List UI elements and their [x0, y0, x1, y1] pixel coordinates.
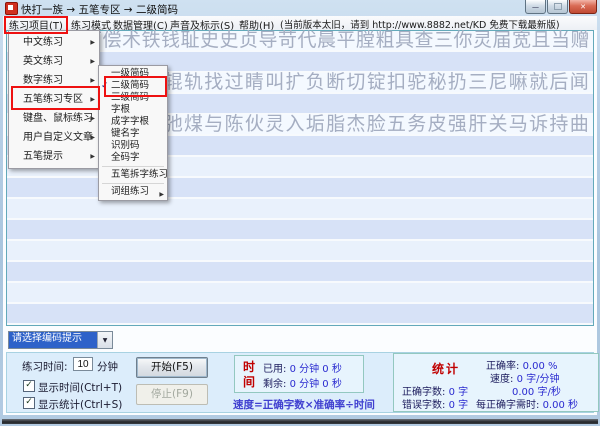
submenu-item-id-code[interactable]: 识别码 — [99, 140, 167, 152]
menu-item-keyboard-mouse[interactable]: 键盘、鼠标练习▶ — [9, 109, 99, 128]
show-stats-checkbox[interactable]: ✓ — [23, 397, 35, 409]
menu-separator — [102, 183, 164, 184]
time-used-row: 已用: 0 分钟 0 秒 — [263, 360, 342, 375]
menu-separator — [102, 166, 164, 167]
submenu-item-radicals[interactable]: 字根 — [99, 104, 167, 116]
submenu-item-key-name-chars[interactable]: 键名字 — [99, 128, 167, 140]
maximize-icon — [554, 3, 562, 10]
time-remaining-value: 0 分钟 0 秒 — [290, 379, 342, 390]
empty-row — [7, 178, 593, 199]
submenu-arrow-icon: ▶ — [90, 128, 95, 147]
combobox-dropdown-button[interactable]: ▼ — [97, 332, 112, 348]
chevron-down-icon: ▼ — [103, 337, 108, 344]
menu-item-english-practice[interactable]: 英文练习▶ — [9, 52, 99, 71]
empty-row — [7, 262, 593, 283]
wrong-count-row: 错误字数: 0 字 — [402, 396, 468, 411]
submenu-arrow-icon: ▶ — [90, 147, 95, 166]
stats-panel: 统计 正确率: 0.00 % 速度: 0 字/分钟 0.00 字/秒 正确字数:… — [393, 353, 599, 412]
practice-time-label: 练习时间: — [22, 359, 68, 374]
time-panel: 时 间 已用: 0 分钟 0 秒 剩余: 0 分钟 0 秒 — [234, 355, 364, 393]
target-text-line: 辊轨找过睛叫扩负断切锭扣驼秘扔三尼嘛就后闻 — [164, 73, 590, 92]
show-stats-label: 显示统计(Ctrl+S) — [38, 397, 122, 412]
close-button[interactable]: ✕ — [569, 0, 597, 14]
practice-time-input[interactable] — [73, 357, 93, 371]
wrong-count-value: 0 字 — [449, 400, 469, 411]
app-icon — [5, 2, 18, 15]
combobox-selected-value: 请选择编码提示 — [9, 332, 97, 348]
submenu-arrow-icon: ▶ — [90, 33, 95, 52]
target-text-line: 弛煤与陈伙灵入垢脂杰脸五务皮强肝关马诉持曲 — [164, 115, 590, 134]
target-text-line: 面偿术铁钱耻史史贞导苛代晨平膛粗具查三你灵届宽且当赠 — [83, 31, 590, 50]
menu-item-chinese-practice[interactable]: 中文练习▶ — [9, 33, 99, 52]
start-button[interactable]: 开始(F5) — [136, 357, 208, 378]
menu-item-wubi-hint[interactable]: 五笔提示▶ — [9, 147, 99, 166]
submenu-item-phrase-practice[interactable]: 词组练习▶ — [99, 186, 167, 198]
speed-formula: 速度=正确字数×准确率÷时间 — [233, 397, 375, 412]
submenu-item-char-radicals[interactable]: 成字字根 — [99, 116, 167, 128]
submenu-arrow-icon: ▶ — [90, 109, 95, 128]
close-icon: ✕ — [580, 3, 586, 11]
window-title: 快打一族 → 五笔专区 → 二级简码 — [21, 2, 178, 17]
window-bottom-edge — [2, 419, 598, 424]
code-hint-combobox[interactable]: 请选择编码提示 ▼ — [8, 331, 113, 349]
minimize-icon: — — [532, 3, 539, 11]
menu-item-custom-article[interactable]: 用户自定义文章▶ — [9, 128, 99, 147]
annotation-box-level2-code — [104, 76, 167, 97]
empty-row — [7, 199, 593, 220]
empty-row — [7, 283, 593, 304]
stop-button: 停止(F9) — [136, 384, 208, 405]
empty-row — [7, 304, 593, 325]
annotation-box-wubi-zone — [11, 86, 100, 110]
minimize-button[interactable]: — — [525, 0, 546, 14]
empty-row — [7, 241, 593, 262]
window-controls: — ✕ — [524, 0, 597, 13]
time-used-value: 0 分钟 0 秒 — [290, 364, 342, 375]
per-char-time-row: 每正确字需时: 0.00 秒 — [476, 396, 578, 411]
submenu-arrow-icon: ▶ — [90, 52, 95, 71]
time-remaining-row: 剩余: 0 分钟 0 秒 — [263, 375, 342, 390]
submenu-arrow-icon: ▶ — [159, 189, 164, 201]
show-time-checkbox[interactable]: ✓ — [23, 380, 35, 392]
maximize-button[interactable] — [547, 0, 568, 14]
per-char-time-value: 0.00 秒 — [543, 400, 578, 411]
bottom-control-panel: 练习时间: 分钟 开始(F5) 停止(F9) ✓ 显示时间(Ctrl+T) ✓ … — [6, 352, 594, 413]
submenu-item-split-char-practice[interactable]: 五笔拆字练习 — [99, 169, 167, 181]
show-time-label: 显示时间(Ctrl+T) — [38, 380, 122, 395]
empty-row — [7, 220, 593, 241]
time-panel-title-bottom: 间 — [243, 373, 255, 390]
stats-title: 统计 — [432, 360, 460, 377]
minutes-label: 分钟 — [97, 359, 118, 374]
submenu-item-full-code-chars[interactable]: 全码字 — [99, 152, 167, 164]
title-bar: 快打一族 → 五笔专区 → 二级简码 — ✕ — [0, 0, 600, 16]
annotation-box-practice-items — [4, 16, 68, 34]
